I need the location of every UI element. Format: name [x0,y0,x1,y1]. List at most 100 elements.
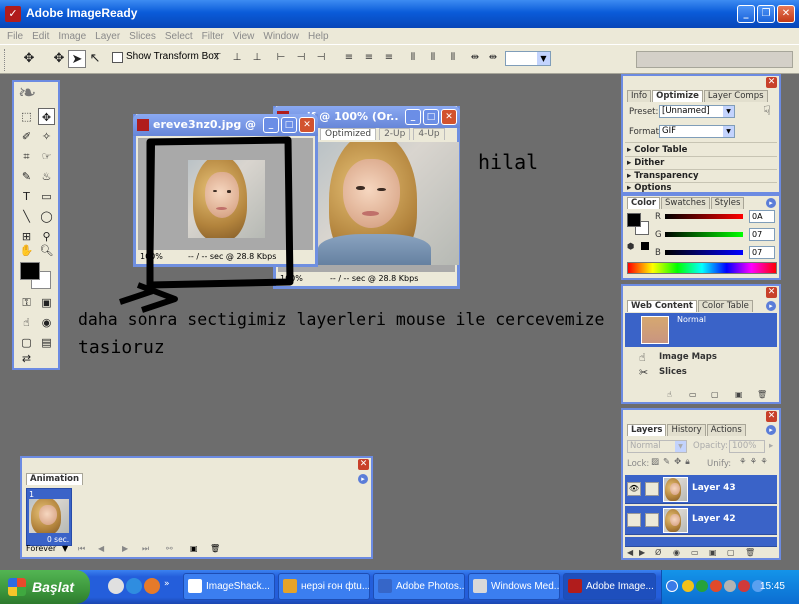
trash-icon[interactable]: 🗑︎ [757,390,767,399]
image-maps-label[interactable]: Image Maps [659,352,717,362]
new-layer-icon[interactable]: ▣ [709,548,717,557]
optimize-menu-icon[interactable]: ☟ [763,104,771,119]
green-value-field[interactable]: 07 [749,228,775,241]
tab-actions[interactable]: Actions [706,424,746,436]
tab-info[interactable]: Info [627,90,652,102]
layer-name: Layer 43 [692,483,736,493]
tab-animation[interactable]: Animation [26,473,84,485]
tab-swatches[interactable]: Swatches [661,197,710,209]
red-value-field[interactable]: 0A [749,210,775,223]
panel-close-button[interactable]: ✕ [358,459,369,470]
clock[interactable]: 15:45 [760,581,785,592]
layer-row[interactable]: 👁︎ Layer 43 [625,475,777,504]
slices-label[interactable]: Slices [659,367,687,377]
layer-visibility-box[interactable] [627,513,641,527]
opacity-field[interactable]: 100% [729,440,765,453]
new-frame-icon[interactable]: ▣ [190,544,198,553]
layer-mask-icon[interactable]: ◉ [673,548,680,557]
preset-select[interactable]: [Unnamed] ▼ [659,105,735,118]
firefox-icon[interactable] [144,578,160,594]
network-icon[interactable] [696,580,708,592]
section-options[interactable]: ▸ Options [627,183,671,193]
trash-icon[interactable]: 🗑︎ [210,544,220,553]
green-slider[interactable] [665,232,743,237]
animation-frame[interactable]: 1 0 sec. [26,488,72,546]
blue-slider[interactable] [665,250,743,255]
tab-layers[interactable]: Layers [627,424,667,436]
tab-color[interactable]: Color [627,197,661,209]
new-rollover-icon[interactable]: ☝ [667,390,672,399]
cube-icon: ⬢ [627,242,635,252]
chevron-down-icon[interactable]: ▼ [62,544,68,553]
tab-styles[interactable]: Styles [710,197,745,209]
frame-delay[interactable]: 0 sec. [47,535,69,544]
panel-close-button[interactable]: ✕ [766,77,777,88]
task-2[interactable]: нерэі ғон фtu... [278,573,370,600]
first-frame-icon[interactable]: ⏮ [78,544,85,554]
frame-thumbnail [29,499,69,533]
panel-menu-icon[interactable]: ▸ [766,425,776,435]
messenger-icon[interactable] [738,580,750,592]
trash-icon[interactable]: 🗑︎ [745,548,755,557]
web-safe-swatch[interactable] [641,242,649,250]
task-imageshack[interactable]: ImageShack... [183,573,275,600]
new-slice-icon[interactable]: ▭ [689,390,697,399]
quicklaunch-more-icon[interactable]: » [164,579,170,589]
prev-frame-icon[interactable]: ◀ [98,544,104,553]
section-dither[interactable]: ▸ Dither [627,158,664,168]
tab-optimize[interactable]: Optimize [652,90,703,102]
layer-link-box[interactable] [645,513,659,527]
panel-close-button[interactable]: ✕ [766,287,777,298]
tween-icon[interactable]: ⚯ [166,544,173,553]
antivirus-icon[interactable] [710,580,722,592]
panel-menu-icon[interactable]: ▸ [358,474,368,484]
layer-effects-icon[interactable]: Ø [655,548,661,557]
play-icon[interactable]: ▶ [122,544,128,553]
loop-select[interactable]: Forever [26,544,56,553]
task-windows-media[interactable]: Windows Med... [468,573,560,600]
internet-explorer-icon[interactable] [126,578,142,594]
prev-frame-icon[interactable]: ◀ [627,548,633,557]
lock-icons[interactable]: ▨✎✥🔒︎ [651,457,694,467]
web-content-row[interactable]: Normal [625,313,777,347]
visibility-eye-icon[interactable]: 👁︎ [627,482,641,496]
new-fill-icon[interactable]: ▢ [727,548,735,557]
blend-mode-select[interactable]: Normal ▼ [627,440,687,453]
task-adobe-imageready[interactable]: Adobe Image... [563,573,656,600]
unify-icons[interactable]: ⚘⚘⚘ [739,457,771,467]
red-slider[interactable] [665,214,743,219]
web-content-panel: ✕ Web Content Color Table ▸ Normal ☝ Ima… [621,284,781,404]
section-transparency[interactable]: ▸ Transparency [627,171,699,181]
slices-icon: ✂ [639,366,649,379]
color-fg-swatch[interactable] [627,213,641,227]
new-map-icon[interactable]: ▢ [711,390,719,399]
start-button[interactable]: Başlat [0,570,90,604]
color-spectrum-ramp[interactable] [627,262,777,274]
volume-icon[interactable] [724,580,736,592]
format-select[interactable]: GIF ▼ [659,125,735,138]
new-layer-icon[interactable]: ▣ [735,390,743,399]
layer-link-box[interactable] [645,482,659,496]
panel-menu-icon[interactable]: ▸ [766,198,776,208]
layer-row[interactable] [625,537,777,547]
color-panel-tabs: Color Swatches Styles [627,197,745,209]
window-icon [283,579,297,593]
opacity-arrow-icon[interactable]: ▸ [769,441,773,451]
next-frame-icon[interactable]: ▶ [639,548,645,557]
layer-set-icon[interactable]: ▭ [691,548,699,557]
tab-layer-comps[interactable]: Layer Comps [703,90,768,102]
blue-value-field[interactable]: 07 [749,246,775,259]
section-color-table[interactable]: ▸ Color Table [627,145,687,155]
task-adobe-photoshop[interactable]: Adobe Photos... [373,573,465,600]
image-maps-icon: ☝ [639,351,646,364]
tab-web-content[interactable]: Web Content [627,300,697,312]
tray-expand-icon[interactable] [666,580,678,592]
tab-history[interactable]: History [667,424,706,436]
security-shield-icon[interactable] [682,580,694,592]
panel-close-button[interactable]: ✕ [766,411,777,422]
layer-row[interactable]: Layer 42 [625,506,777,535]
show-desktop-icon[interactable] [108,578,124,594]
next-frame-icon[interactable]: ⏭ [142,544,149,554]
panel-menu-icon[interactable]: ▸ [766,301,776,311]
tab-color-table[interactable]: Color Table [697,300,753,312]
